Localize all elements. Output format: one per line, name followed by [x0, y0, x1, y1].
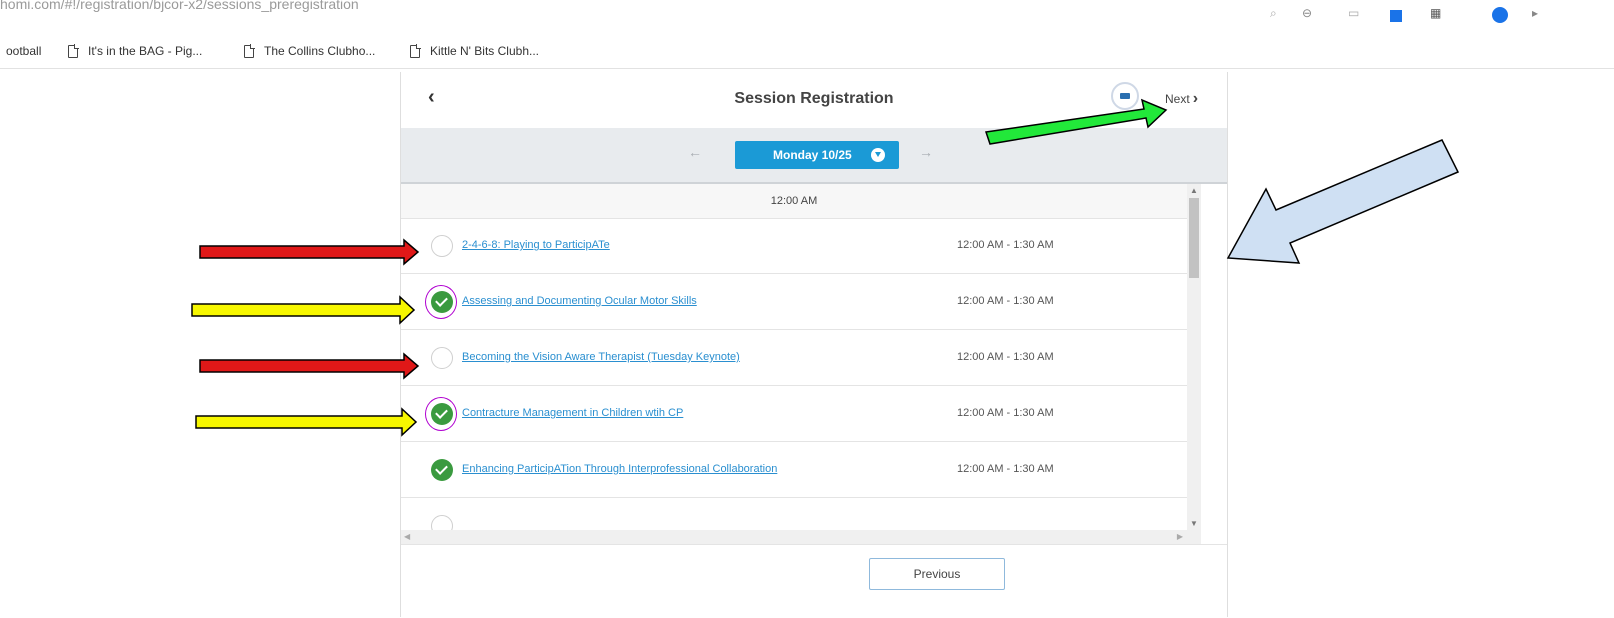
browser-toolbar: homi.com/#!/registration/bjcor-x2/sessio… [0, 0, 1614, 32]
session-row: Becoming the Vision Aware Therapist (Tue… [401, 330, 1187, 386]
unchecked-circle-icon[interactable] [431, 515, 453, 530]
horizontal-scrollbar[interactable]: ◀ ▶ [401, 530, 1201, 544]
unchecked-circle-icon[interactable] [431, 347, 453, 369]
session-row: Contracture Management in Children wtih … [401, 386, 1187, 442]
check-circle-icon[interactable] [431, 459, 453, 481]
blue-arrow-icon [1226, 139, 1460, 264]
bookmark-label: It's in the BAG - Pig... [88, 44, 203, 58]
page-title: Session Registration [734, 90, 894, 107]
unchecked-circle-icon[interactable] [431, 235, 453, 257]
yellow-arrow-icon [195, 407, 418, 437]
panel-header: ‹ Session Registration Next › [401, 72, 1227, 128]
page-icon [68, 43, 79, 58]
session-link[interactable]: Becoming the Vision Aware Therapist (Tue… [462, 351, 740, 363]
yellow-arrow-icon [191, 295, 416, 325]
check-circle-icon[interactable] [431, 291, 453, 313]
page-icon [244, 43, 255, 58]
next-label: Next [1165, 92, 1190, 106]
grid-icon[interactable]: ▦ [1430, 6, 1441, 20]
chevron-down-icon [871, 148, 885, 162]
profile-avatar[interactable] [1492, 7, 1508, 23]
session-time: 12:00 AM - 1:30 AM [957, 351, 1054, 363]
next-day-arrow-icon[interactable]: → [919, 144, 933, 160]
session-time: 12:00 AM - 1:30 AM [957, 407, 1054, 419]
timeslot-header: 12:00 AM [401, 184, 1187, 219]
session-list: 12:00 AM 2-4-6-8: Playing to ParticipATe… [401, 184, 1227, 530]
date-label: Monday 10/25 [773, 148, 852, 162]
bookmark-item[interactable]: The Collins Clubho... [244, 43, 376, 58]
session-row: Assessing and Documenting Ocular Motor S… [401, 274, 1187, 330]
scroll-up-icon[interactable]: ▲ [1190, 186, 1198, 195]
session-link[interactable]: Enhancing ParticipATion Through Interpro… [462, 463, 777, 475]
bookmarks-bar: ootball It's in the BAG - Pig... The Col… [0, 36, 1614, 69]
bookmark-label: Kittle N' Bits Clubh... [430, 44, 539, 58]
date-dropdown[interactable]: Monday 10/25 [735, 141, 899, 169]
session-link[interactable]: 2-4-6-8: Playing to ParticipATe [462, 239, 610, 251]
page-icon [410, 43, 421, 58]
scroll-down-icon[interactable]: ▼ [1190, 519, 1198, 528]
session-link[interactable]: Assessing and Documenting Ocular Motor S… [462, 295, 697, 307]
bookmark-label: The Collins Clubho... [264, 44, 376, 58]
search-icon[interactable]: ⌕ [1270, 6, 1277, 21]
bookmark-item[interactable]: Kittle N' Bits Clubh... [410, 43, 539, 58]
date-selector-bar: ← Monday 10/25 → [401, 128, 1227, 184]
next-button[interactable]: Next › [1165, 90, 1198, 108]
session-time: 12:00 AM - 1:30 AM [957, 295, 1054, 307]
check-circle-icon[interactable] [431, 403, 453, 425]
previous-day-arrow-icon[interactable]: ← [688, 144, 702, 160]
scroll-left-icon[interactable]: ◀ [404, 532, 410, 541]
scroll-right-icon[interactable]: ▶ [1177, 532, 1183, 541]
vertical-scrollbar[interactable]: ▲ ▼ [1187, 184, 1201, 530]
browser-extension-icons: ⌕ ⊖ ▭ ▦ ▸ [1270, 2, 1610, 28]
menu-icon[interactable]: ▸ [1532, 6, 1538, 20]
chevron-right-icon: › [1192, 90, 1199, 107]
address-bar[interactable]: homi.com/#!/registration/bjcor-x2/sessio… [0, 0, 359, 12]
bookmark-label: ootball [6, 44, 42, 58]
session-row: Enhancing ParticipATion Through Interpro… [401, 442, 1187, 498]
extension-icon[interactable] [1390, 10, 1402, 22]
session-link[interactable]: Contracture Management in Children wtih … [462, 407, 683, 419]
session-registration-panel: ‹ Session Registration Next › ← Monday 10… [400, 72, 1228, 617]
previous-button[interactable]: Previous [869, 558, 1005, 590]
bookmark-item[interactable]: ootball [6, 44, 41, 58]
scrollbar-thumb[interactable] [1189, 198, 1199, 278]
red-arrow-icon [199, 352, 420, 380]
session-row: 2-4-6-8: Playing to ParticipATe 12:00 AM… [401, 218, 1187, 274]
tab-icon[interactable]: ▭ [1348, 6, 1359, 20]
session-time: 12:00 AM - 1:30 AM [957, 463, 1054, 475]
zoom-icon[interactable]: ⊖ [1302, 6, 1312, 20]
session-row-partial [401, 498, 1187, 530]
red-arrow-icon [199, 238, 420, 266]
cart-icon[interactable] [1111, 82, 1139, 110]
bookmark-item[interactable]: It's in the BAG - Pig... [68, 43, 203, 58]
panel-footer: Previous [401, 544, 1227, 618]
session-time: 12:00 AM - 1:30 AM [957, 239, 1054, 251]
